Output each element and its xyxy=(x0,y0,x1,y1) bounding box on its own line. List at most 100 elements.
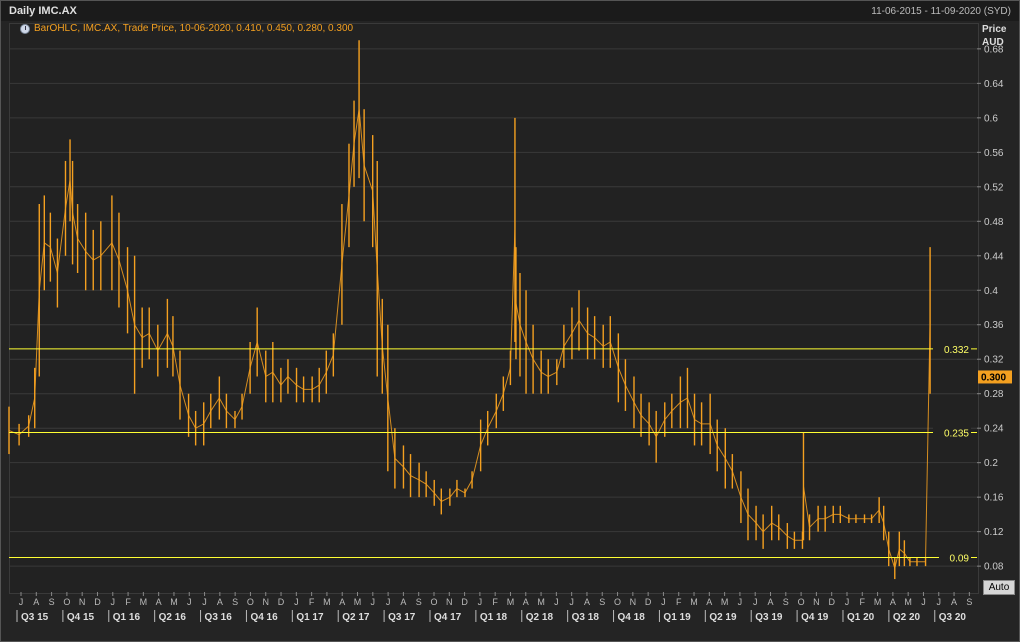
y-tick-label: 0.28 xyxy=(984,389,1004,400)
quarter-label: Q4 17 xyxy=(434,612,462,623)
level-label: 0.09 xyxy=(950,554,970,565)
quarter-label: Q2 19 xyxy=(709,612,737,623)
month-label: J xyxy=(661,597,666,607)
quarter-label: Q1 17 xyxy=(296,612,324,623)
quarter-label: Q4 15 xyxy=(67,612,95,623)
level-label: 0.332 xyxy=(944,345,969,356)
quarter-label: Q4 19 xyxy=(801,612,829,623)
month-label: N xyxy=(446,597,453,607)
month-label: S xyxy=(783,597,789,607)
month-label: M xyxy=(170,597,178,607)
month-label: M xyxy=(507,597,515,607)
month-label: M xyxy=(690,597,698,607)
month-label: N xyxy=(79,597,86,607)
month-label: O xyxy=(430,597,437,607)
y-tick-label: 0.56 xyxy=(984,148,1004,159)
y-tick-label: 0.08 xyxy=(984,562,1004,573)
quarter-label: Q3 17 xyxy=(388,612,416,623)
month-label: M xyxy=(537,597,545,607)
y-tick-label: 0.24 xyxy=(984,424,1004,435)
month-label: S xyxy=(232,597,238,607)
month-label: A xyxy=(584,597,590,607)
month-label: J xyxy=(753,597,758,607)
month-label: A xyxy=(767,597,773,607)
quarter-label: Q3 15 xyxy=(21,612,49,623)
quarter-label: Q4 18 xyxy=(618,612,646,623)
month-label: J xyxy=(937,597,942,607)
last-price-label: 0.300 xyxy=(981,372,1006,383)
y-tick-label: 0.2 xyxy=(984,458,998,469)
level-label: 0.235 xyxy=(944,429,969,440)
month-label: D xyxy=(461,597,468,607)
month-label: F xyxy=(860,597,866,607)
quarter-label: Q3 16 xyxy=(205,612,233,623)
month-label: J xyxy=(569,597,574,607)
quarter-label: Q3 19 xyxy=(755,612,783,623)
month-label: J xyxy=(478,597,483,607)
month-label: N xyxy=(813,597,820,607)
quarter-label: Q2 16 xyxy=(159,612,187,623)
month-label: S xyxy=(416,597,422,607)
month-label: J xyxy=(845,597,850,607)
month-label: O xyxy=(614,597,621,607)
month-label: F xyxy=(309,597,315,607)
month-label: J xyxy=(386,597,391,607)
month-label: A xyxy=(33,597,39,607)
month-label: M xyxy=(721,597,729,607)
month-label: A xyxy=(217,597,223,607)
month-label: J xyxy=(294,597,299,607)
month-label: A xyxy=(156,597,162,607)
month-label: M xyxy=(904,597,912,607)
month-label: J xyxy=(371,597,376,607)
y-tick-label: 0.4 xyxy=(984,286,998,297)
month-label: N xyxy=(262,597,269,607)
quarter-label: Q1 20 xyxy=(847,612,875,623)
quarter-label: Q2 20 xyxy=(893,612,921,623)
month-label: M xyxy=(140,597,148,607)
month-label: F xyxy=(676,597,682,607)
quarter-label: Q3 20 xyxy=(939,612,967,623)
month-label: A xyxy=(523,597,529,607)
month-label: M xyxy=(354,597,362,607)
month-label: F xyxy=(492,597,498,607)
y-tick-label: 0.48 xyxy=(984,217,1004,228)
price-trace xyxy=(8,109,931,571)
month-label: S xyxy=(966,597,972,607)
month-label: D xyxy=(278,597,285,607)
y-tick-label: 0.36 xyxy=(984,320,1004,331)
month-label: D xyxy=(645,597,652,607)
month-label: J xyxy=(19,597,24,607)
quarter-label: Q2 17 xyxy=(342,612,370,623)
month-label: S xyxy=(599,597,605,607)
quarter-label: Q1 16 xyxy=(113,612,141,623)
month-label: N xyxy=(630,597,637,607)
y-tick-label: 0.16 xyxy=(984,493,1004,504)
month-label: J xyxy=(202,597,207,607)
month-label: A xyxy=(890,597,896,607)
month-label: O xyxy=(63,597,70,607)
y-tick-label: 0.32 xyxy=(984,355,1004,366)
month-label: J xyxy=(554,597,559,607)
y-tick-label: 0.6 xyxy=(984,113,998,124)
month-label: S xyxy=(49,597,55,607)
month-label: J xyxy=(187,597,192,607)
y-tick-label: 0.68 xyxy=(984,44,1004,55)
month-label: J xyxy=(738,597,743,607)
month-label: F xyxy=(125,597,131,607)
month-label: A xyxy=(400,597,406,607)
month-label: O xyxy=(798,597,805,607)
price-chart-svg: 0.08 0.12 0.16 0.2 0.24 0.28 0.32 0.36 0.4 0.44 0.… xyxy=(8,40,1012,623)
month-label: M xyxy=(323,597,331,607)
month-label: O xyxy=(247,597,254,607)
y-tick-label: 0.44 xyxy=(984,251,1004,262)
month-label: D xyxy=(94,597,101,607)
month-label: M xyxy=(874,597,882,607)
y-tick-label: 0.52 xyxy=(984,182,1004,193)
quarter-label: Q4 16 xyxy=(250,612,278,623)
month-label: D xyxy=(828,597,835,607)
y-tick-label: 0.12 xyxy=(984,527,1004,538)
quarter-label: Q3 18 xyxy=(572,612,600,623)
month-label: A xyxy=(951,597,957,607)
month-label: J xyxy=(111,597,116,607)
quarter-label: Q1 19 xyxy=(663,612,691,623)
